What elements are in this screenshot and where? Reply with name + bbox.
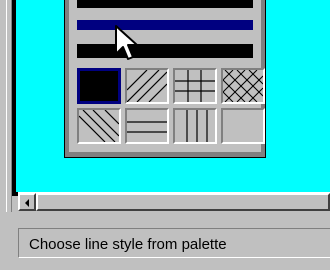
fill-pattern-empty[interactable] — [221, 108, 265, 144]
status-bar: Choose line style from palette — [18, 228, 330, 258]
cross-hatch-icon — [223, 70, 263, 102]
grid-icon — [175, 70, 215, 102]
mouse-pointer-icon — [115, 25, 138, 60]
fill-pattern-crosshatch[interactable] — [221, 68, 265, 104]
diagonal-lines-icon — [127, 70, 167, 102]
vertical-lines-icon — [186, 110, 208, 142]
reverse-diagonal-lines-icon — [79, 110, 119, 142]
fill-pattern-diagonal[interactable] — [125, 68, 169, 104]
fill-pattern-horizontal[interactable] — [125, 108, 169, 144]
line-style-option-1[interactable] — [77, 0, 253, 8]
fill-pattern-reverse-diagonal[interactable] — [77, 108, 121, 144]
scroll-left-arrow-icon[interactable] — [18, 193, 36, 211]
line-style-palette — [64, 0, 266, 158]
fill-pattern-solid[interactable] — [77, 68, 121, 104]
horizontal-scrollbar[interactable] — [18, 192, 330, 211]
line-style-option-2[interactable] — [77, 44, 253, 58]
window-bottom-frame — [0, 212, 330, 228]
fill-pattern-grid[interactable] — [173, 68, 217, 104]
window-left-frame — [0, 0, 12, 228]
palette-panel — [69, 0, 265, 152]
status-message: Choose line style from palette — [29, 236, 227, 253]
fill-pattern-vertical[interactable] — [173, 108, 217, 144]
line-style-option-selected[interactable] — [77, 20, 253, 30]
scroll-thumb[interactable] — [36, 193, 330, 211]
horizontal-lines-icon — [127, 121, 167, 133]
